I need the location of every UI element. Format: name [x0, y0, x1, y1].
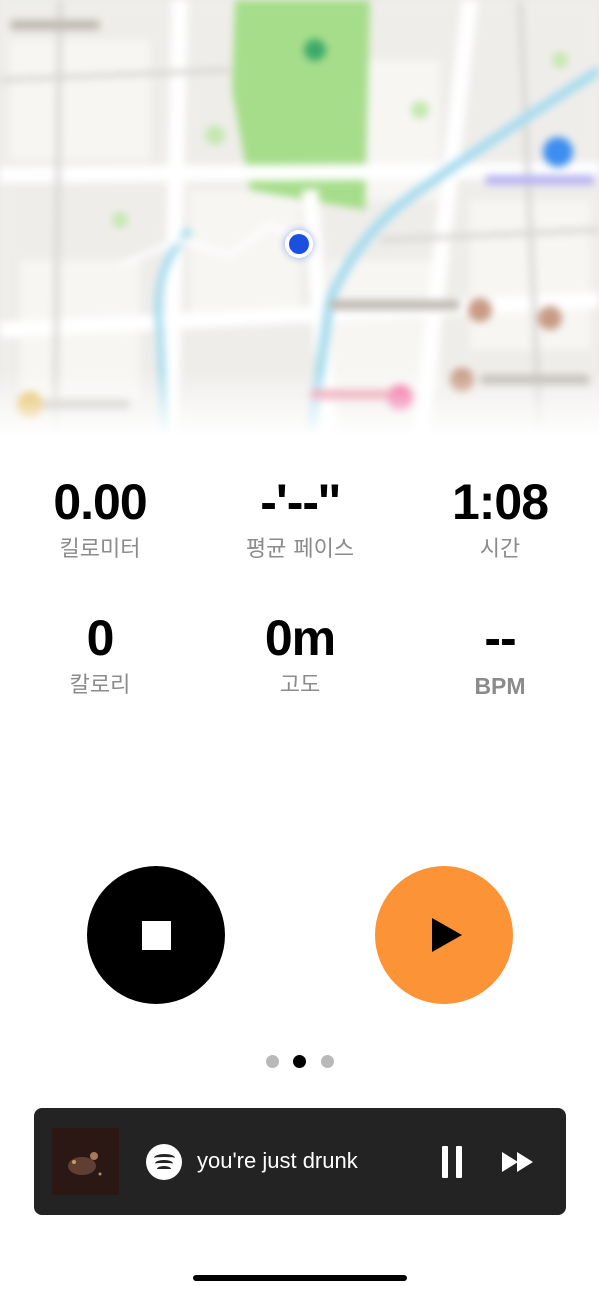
- stat-heart-rate: -- BPM: [400, 606, 599, 701]
- track-title[interactable]: you're just drunk: [197, 1146, 358, 1176]
- stat-calories: 0 칼로리: [0, 606, 200, 701]
- page-dot-1[interactable]: [266, 1055, 279, 1068]
- fast-forward-icon-second: [517, 1152, 533, 1172]
- current-location-icon: [285, 230, 313, 258]
- next-track-button[interactable]: [500, 1146, 538, 1178]
- pause-button[interactable]: [434, 1144, 470, 1180]
- time-value: 1:08: [451, 474, 549, 530]
- map-fade: [0, 370, 599, 440]
- play-triangle-icon: [432, 918, 462, 952]
- stat-time: 1:08 시간: [400, 470, 599, 565]
- heart-rate-value: --: [484, 610, 516, 666]
- page-indicator[interactable]: [0, 1055, 599, 1069]
- page-dot-3[interactable]: [321, 1055, 334, 1068]
- calories-label: 칼로리: [69, 673, 131, 698]
- stat-distance: 0.00 킬로미터: [0, 470, 200, 565]
- route-map[interactable]: [0, 0, 599, 440]
- stop-button[interactable]: [87, 866, 225, 1004]
- spotify-icon: [146, 1144, 182, 1180]
- calories-value: 0: [86, 610, 115, 666]
- pause-icon-bar: [456, 1146, 462, 1178]
- now-playing-bar[interactable]: you're just drunk: [34, 1108, 566, 1215]
- time-label: 시간: [479, 537, 521, 562]
- altitude-value: 0m: [264, 610, 336, 666]
- pace-label: 평균 페이스: [245, 537, 355, 562]
- heart-rate-label: BPM: [474, 673, 526, 699]
- stat-pace: -'--'' 평균 페이스: [200, 470, 400, 565]
- pause-icon: [442, 1146, 448, 1178]
- resume-button[interactable]: [375, 866, 513, 1004]
- stop-square-icon: [142, 921, 171, 950]
- fast-forward-icon: [502, 1152, 518, 1172]
- stat-altitude: 0m 고도: [200, 606, 400, 701]
- pace-value: -'--'': [260, 474, 341, 530]
- distance-label: 킬로미터: [59, 537, 141, 562]
- distance-value: 0.00: [53, 474, 147, 530]
- home-indicator[interactable]: [193, 1275, 407, 1281]
- album-art: [52, 1128, 119, 1195]
- page-dot-2-active[interactable]: [293, 1055, 306, 1068]
- altitude-label: 고도: [279, 673, 321, 698]
